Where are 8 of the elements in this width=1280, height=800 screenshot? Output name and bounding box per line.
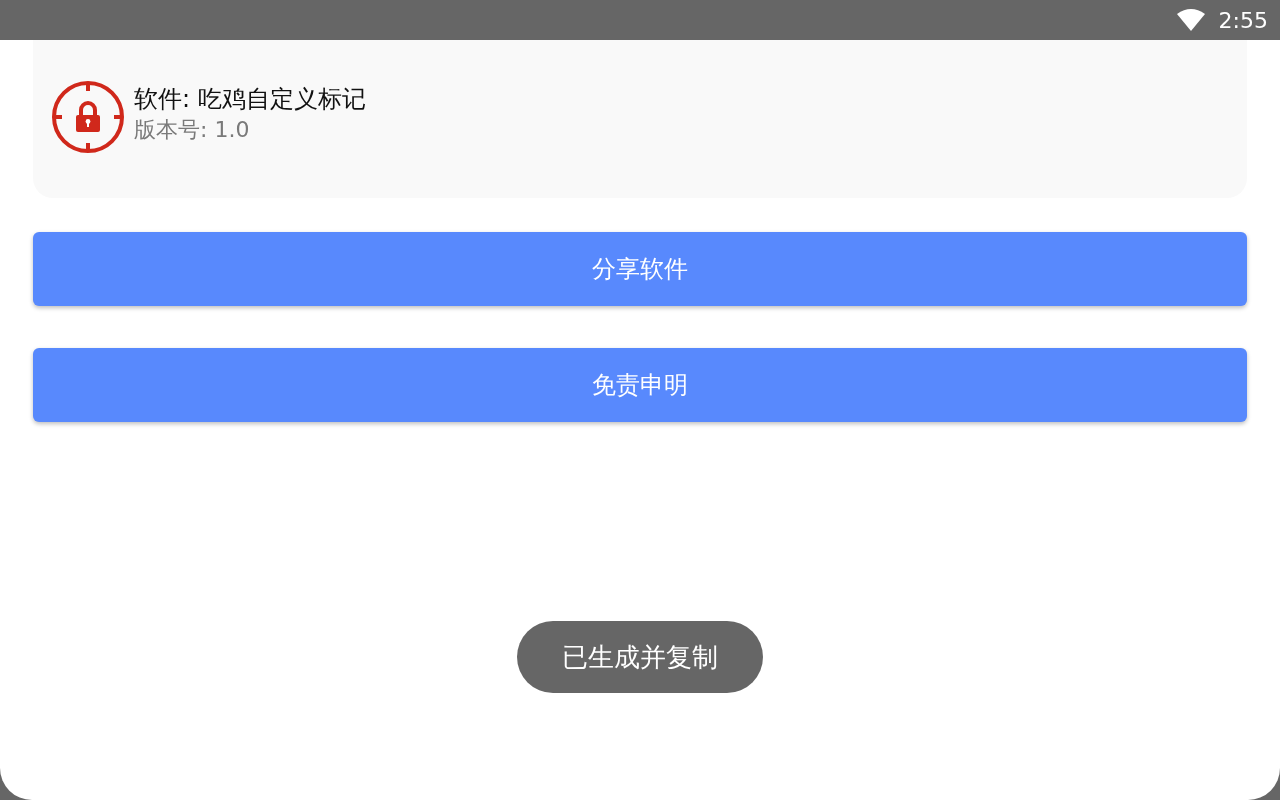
wifi-icon xyxy=(1176,9,1205,31)
toast-message: 已生成并复制 xyxy=(517,621,763,693)
crosshair-lock-icon xyxy=(51,80,125,154)
action-button[interactable]: 免责申明 xyxy=(33,348,1247,422)
clock-time: 2:55 xyxy=(1218,7,1268,33)
app-version-text: 版本号: 1.0 xyxy=(134,116,251,144)
app-name-text: 软件: 吃鸡自定义标记 xyxy=(134,84,366,115)
action-button[interactable]: 分享软件 xyxy=(33,232,1247,306)
